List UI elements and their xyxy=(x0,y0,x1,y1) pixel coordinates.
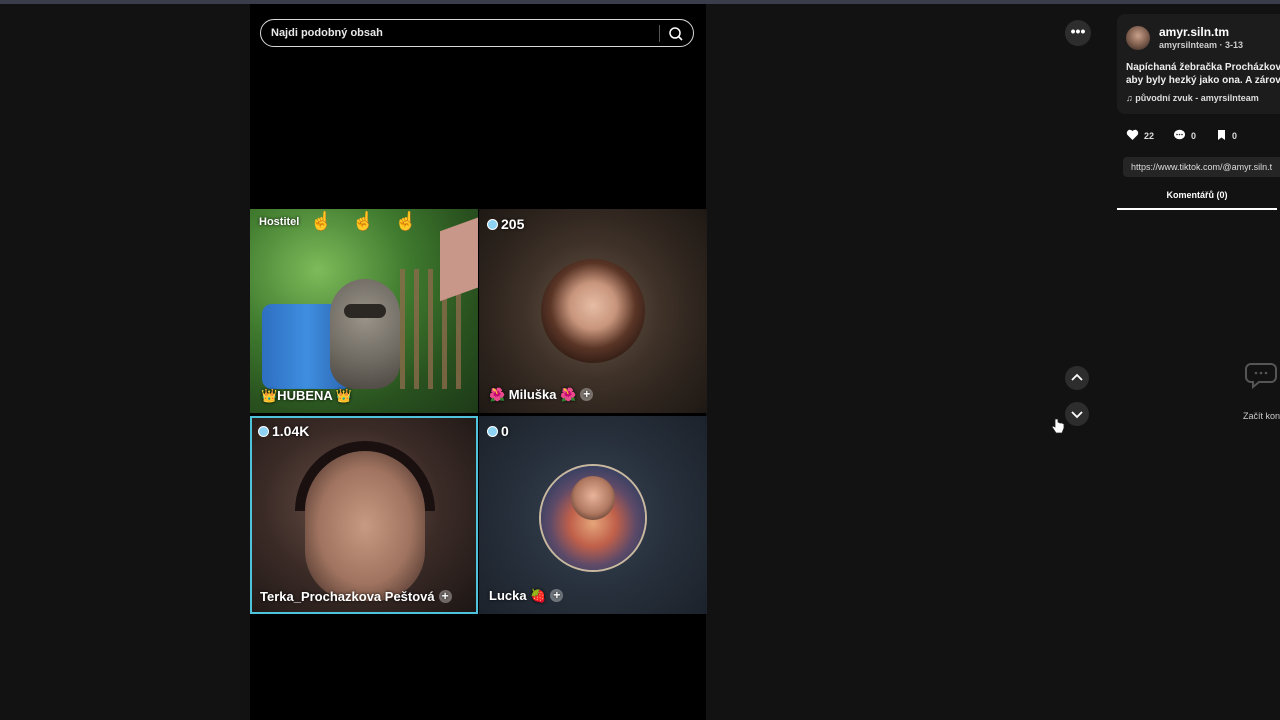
gem-icon xyxy=(258,426,269,437)
empty-comments-text: Začít kon xyxy=(1243,411,1280,421)
hand-gesture-icons: ☝☝☝ xyxy=(310,211,438,231)
gem-icon xyxy=(487,426,498,437)
follow-plus-icon[interactable]: + xyxy=(580,388,594,401)
participant-name: 🌺 Miluška 🌺 + xyxy=(489,387,594,403)
umbrella-image xyxy=(440,216,478,302)
search-icon[interactable] xyxy=(667,25,685,43)
live-tile-guest[interactable]: 0 Lucka 🍓 + xyxy=(479,416,707,614)
comment-icon xyxy=(1174,129,1185,140)
next-video-button[interactable] xyxy=(1065,402,1089,426)
tab-active-indicator xyxy=(1117,208,1277,210)
author-username[interactable]: amyr.siln.tm xyxy=(1159,25,1229,39)
hand-cursor-icon xyxy=(1051,418,1065,434)
participant-name: Terka_Prochazkova Peštová + xyxy=(260,589,452,604)
previous-video-button[interactable] xyxy=(1065,366,1089,390)
post-info-card: amyr.siln.tm amyrsilnteam · 3-13 Napícha… xyxy=(1117,14,1280,114)
guest-avatar xyxy=(541,259,645,363)
music-note-icon: ♫ xyxy=(1126,93,1136,103)
post-description: Napíchaná žebračka Procházkova aby byly … xyxy=(1126,62,1280,86)
search-bar[interactable]: Najdi podobný obsah xyxy=(260,19,694,47)
bookmark-icon xyxy=(1218,130,1225,140)
participant-name: 👑HUBENA 👑 xyxy=(261,388,353,403)
comment-stat[interactable]: 0 xyxy=(1173,129,1196,141)
copy-link-field[interactable]: https://www.tiktok.com/@amyr.siln.t xyxy=(1123,157,1280,177)
music-link[interactable]: ♫ původní zvuk - amyrsilnteam xyxy=(1126,93,1259,103)
viewer-count: 0 xyxy=(487,423,509,439)
guest-camera-video xyxy=(305,451,425,601)
raccoon-image xyxy=(330,279,400,389)
host-label: Hostitel xyxy=(259,216,300,228)
live-tile-guest-active[interactable]: 1.04K Terka_Prochazkova Peštová + xyxy=(250,416,478,614)
tab-comments[interactable]: Komentářů (0) xyxy=(1117,190,1277,200)
guest-avatar xyxy=(541,466,645,570)
follow-plus-icon[interactable]: + xyxy=(438,590,452,603)
chevron-up-icon xyxy=(1071,373,1083,381)
author-meta: amyrsilnteam · 3-13 xyxy=(1159,40,1244,50)
search-separator xyxy=(659,25,660,42)
chevron-down-icon xyxy=(1071,411,1083,419)
search-placeholder: Najdi podobný obsah xyxy=(271,27,383,39)
author-avatar[interactable] xyxy=(1126,26,1150,50)
more-options-icon[interactable]: ••• xyxy=(1065,20,1091,46)
like-stat[interactable]: 22 xyxy=(1126,129,1154,141)
follow-plus-icon[interactable]: + xyxy=(550,589,564,602)
live-tile-guest[interactable]: 205 🌺 Miluška 🌺 + xyxy=(479,209,707,413)
viewer-count: 205 xyxy=(487,216,524,232)
save-stat[interactable]: 0 xyxy=(1216,129,1237,141)
participant-name: Lucka 🍓 + xyxy=(489,588,564,604)
video-player[interactable]: Najdi podobný obsah ☝☝☝ Hostitel 👑HUBENA… xyxy=(250,4,707,720)
empty-comments-icon xyxy=(1245,363,1277,390)
gem-icon xyxy=(487,219,498,230)
viewer-count: 1.04K xyxy=(258,423,309,439)
heart-icon xyxy=(1126,129,1139,140)
live-tile-host[interactable]: ☝☝☝ Hostitel 👑HUBENA 👑 xyxy=(250,209,478,413)
